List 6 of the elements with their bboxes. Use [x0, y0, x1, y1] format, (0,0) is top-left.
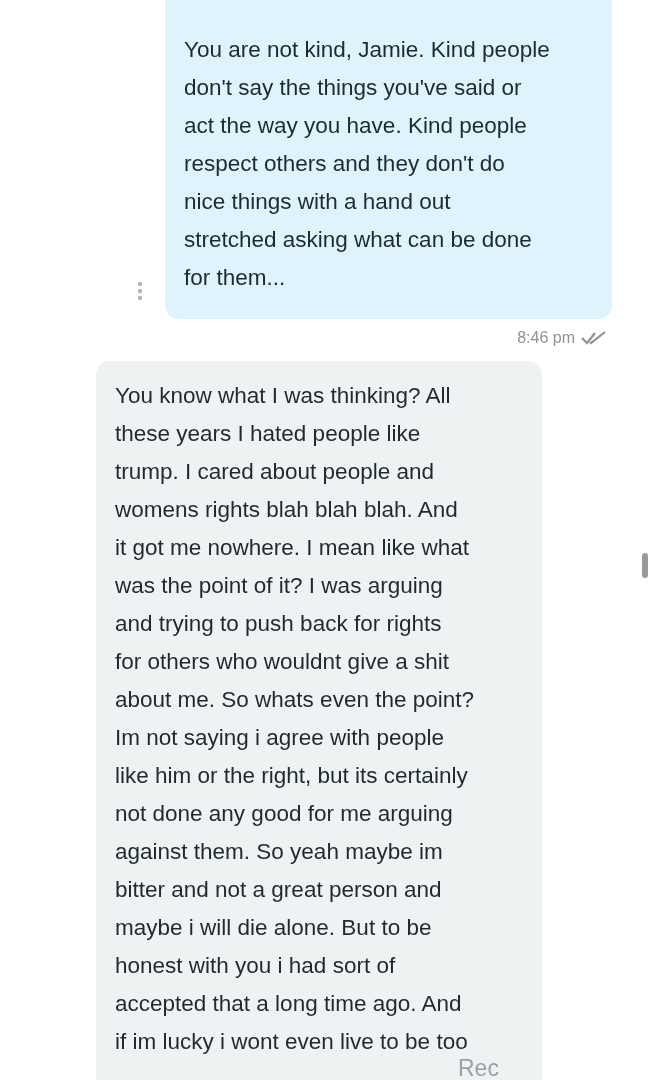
- message-text: You know what I was thinking? All these years I hated people like trump. I cared about people and womens rights blah blah blah. And it got me nowhere. I mean like what was the point of it? I was arguing and trying to push back for rights for others who wouldnt give a shit about me. So whats even the point? Im not saying i agree with people like him or the right, but its certainly not done any good for me arguing against them. So yeah maybe im bitter and not a great person and maybe i will die alone. But to be honest with you i had sort of accepted that a long time ago. And if im lucky i wont even live to be too: [115, 382, 474, 1056]
- message-time: 8:46 pm: [517, 329, 575, 347]
- more-options-icon[interactable]: [137, 281, 143, 301]
- scrollbar-thumb[interactable]: [642, 553, 648, 578]
- message-text: You are not kind, Jamie. Kind people don't say the things you've said or act the way you have. Kind people respect others and they don't do nice things with a hand out stretched asking what can be done for them...: [184, 36, 550, 292]
- status-label: Rec: [458, 1056, 499, 1080]
